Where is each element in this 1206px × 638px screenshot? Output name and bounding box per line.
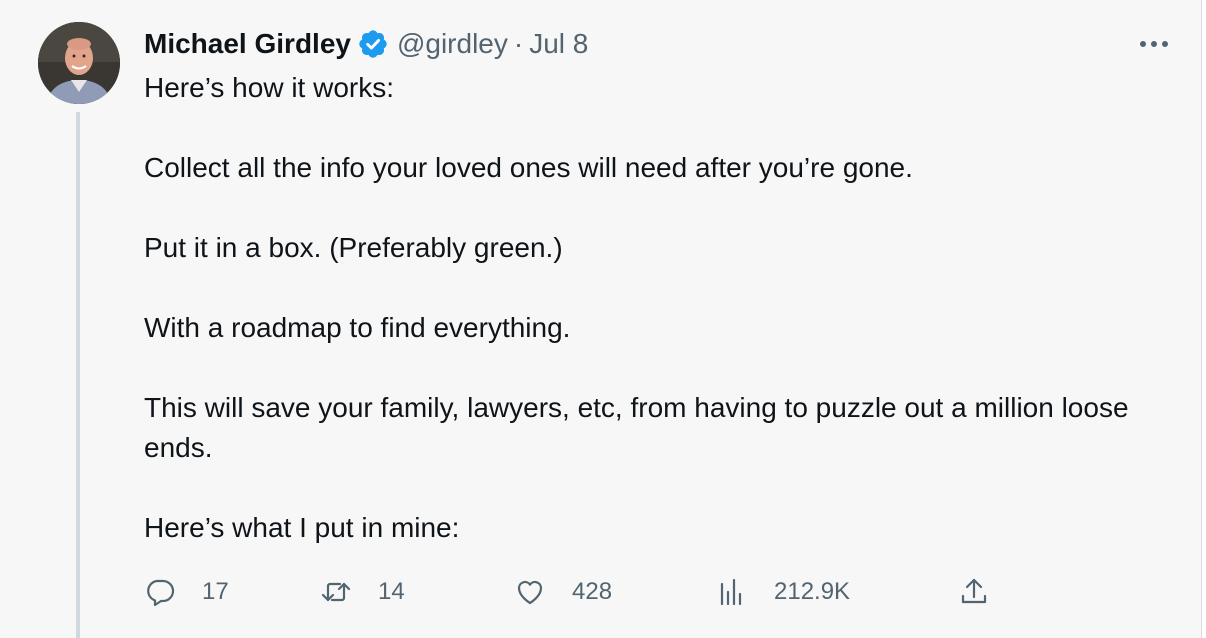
tweet-paragraph: Put it in a box. (Preferably green.) (144, 232, 563, 263)
avatar[interactable] (38, 22, 120, 104)
retweet-arrows-icon (321, 582, 351, 602)
tweet-header: Michael Girdley @girdley · Jul 8 (144, 24, 588, 64)
author-handle[interactable]: @girdley (397, 28, 508, 60)
tweet-paragraph: This will save your family, lawyers, etc… (144, 392, 1129, 463)
tweet-actions-bar: 17 14 428 212.9K (144, 572, 1004, 612)
reply-button[interactable]: 17 (144, 572, 229, 612)
like-button[interactable]: 428 (514, 572, 612, 612)
heart-icon (517, 580, 543, 605)
reply-count: 17 (202, 578, 229, 605)
more-horizontal-icon[interactable] (1134, 30, 1174, 58)
tweet-paragraph: With a roadmap to find everything. (144, 312, 571, 343)
retweet-count: 14 (378, 578, 405, 605)
like-count: 428 (572, 578, 613, 605)
tweet-text: Here’s how it works: Collect all the inf… (144, 68, 1164, 548)
tweet-paragraph: Here’s how it works: (144, 72, 395, 103)
bar-chart-icon (720, 578, 742, 606)
reply-bubble-icon (147, 579, 175, 607)
tweet-card[interactable]: Michael Girdley @girdley · Jul 8 Here’s … (0, 0, 1202, 638)
avatar-photo (38, 22, 120, 104)
view-count: 212.9K (774, 578, 851, 605)
author-display-name[interactable]: Michael Girdley (144, 28, 351, 60)
thread-connector-line (76, 112, 80, 638)
verified-badge-icon[interactable] (357, 28, 389, 60)
views-button[interactable]: 212.9K (716, 572, 850, 612)
retweet-button[interactable]: 14 (320, 572, 405, 612)
header-separator: · (513, 28, 524, 59)
share-button[interactable] (958, 572, 990, 612)
share-upload-icon (961, 578, 987, 604)
tweet-date[interactable]: Jul 8 (529, 28, 588, 60)
tweet-paragraph: Collect all the info your loved ones wil… (144, 152, 913, 183)
tweet-paragraph: Here’s what I put in mine: (144, 512, 460, 543)
